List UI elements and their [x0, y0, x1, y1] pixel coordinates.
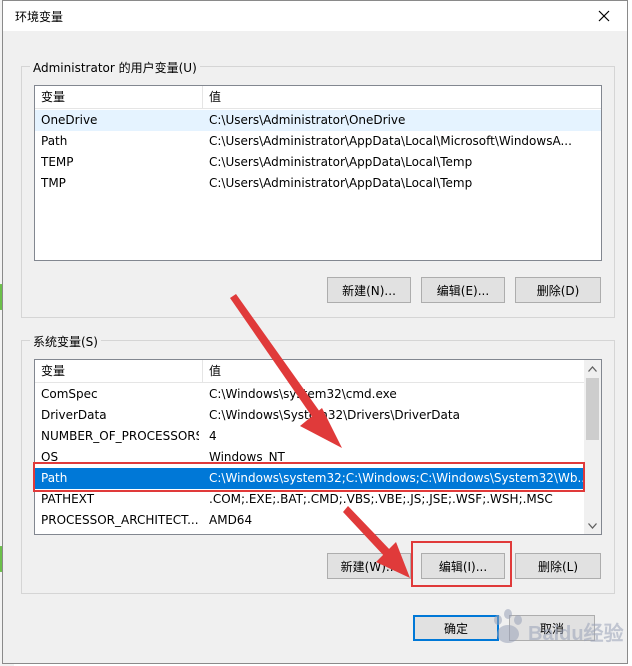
variable-value: C:\Users\Administrator\AppData\Local\Mic… — [209, 134, 572, 148]
variable-name: TMP — [41, 176, 66, 190]
baidu-watermark: Baidu经验 — [494, 609, 624, 645]
close-icon — [598, 10, 610, 22]
scroll-down-button[interactable] — [584, 517, 601, 534]
variable-value: 4 — [209, 429, 217, 443]
variable-name: PROCESSOR_ARCHITECT... — [41, 513, 199, 527]
variable-name: Path — [41, 134, 68, 148]
list-item[interactable]: PATHEXT .COM;.EXE;.BAT;.CMD;.VBS;.VBE;.J… — [35, 489, 601, 510]
scroll-up-icon — [588, 365, 597, 372]
variable-value: C:\Windows\system32;C:\Windows;C:\Window… — [209, 471, 589, 485]
variable-value: .COM;.EXE;.BAT;.CMD;.VBS;.VBE;.JS;.JSE;.… — [209, 492, 553, 506]
variable-value: C:\Users\Administrator\OneDrive — [209, 113, 406, 127]
variable-name: NUMBER_OF_PROCESSORS — [41, 429, 199, 443]
list-item[interactable]: OS Windows_NT — [35, 447, 601, 468]
variable-value: C:\Windows\system32\cmd.exe — [209, 387, 397, 401]
list-item[interactable]: ComSpec C:\Windows\system32\cmd.exe — [35, 384, 601, 405]
variable-value: C:\Windows\System32\Drivers\DriverData — [209, 408, 460, 422]
watermark-text: Baidu经验 — [528, 621, 624, 645]
variable-value: C:\Users\Administrator\AppData\Local\Tem… — [209, 155, 473, 169]
list-item[interactable]: Path C:\Users\Administrator\AppData\Loca… — [35, 131, 601, 152]
user-variables-list[interactable]: 变量 值 OneDrive C:\Users\Administrator\One… — [34, 85, 602, 261]
variable-name: TEMP — [41, 155, 74, 169]
list-item[interactable]: PROCESSOR_ARCHITECT... AMD64 — [35, 510, 601, 531]
user-variables-label: Administrator 的用户变量(U) — [30, 59, 200, 76]
title-bar: 环境变量 — [3, 1, 627, 31]
user-edit-button[interactable]: 编辑(E)... — [421, 277, 505, 303]
window-title: 环境变量 — [15, 10, 64, 24]
system-variables-group: 系统变量(S) 变量 值 ComSpec C:\Windows\system32… — [21, 333, 615, 594]
scroll-up-button[interactable] — [584, 360, 601, 377]
variable-value: AMD64 — [209, 513, 253, 527]
user-new-button[interactable]: 新建(N)... — [327, 277, 411, 303]
list-item[interactable]: TMP C:\Users\Administrator\AppData\Local… — [35, 173, 601, 194]
column-header-variable[interactable]: 变量 — [35, 86, 203, 108]
variable-name: Path — [41, 471, 68, 485]
environment-variables-dialog: 环境变量 Administrator 的用户变量(U) 变量 值 OneDriv… — [2, 0, 628, 664]
vertical-scrollbar[interactable] — [584, 360, 601, 534]
list-item[interactable]: TEMP C:\Users\Administrator\AppData\Loca… — [35, 152, 601, 173]
scrollbar-thumb[interactable] — [586, 378, 599, 440]
list-header: 变量 值 — [35, 360, 601, 383]
column-header-variable[interactable]: 变量 — [35, 360, 203, 382]
scroll-down-icon — [588, 522, 597, 529]
user-delete-button[interactable]: 删除(D) — [515, 277, 601, 303]
variable-value: Windows_NT — [209, 450, 285, 464]
list-item-selected[interactable]: Path C:\Windows\system32;C:\Windows;C:\W… — [35, 468, 589, 489]
close-button[interactable] — [581, 1, 627, 31]
variable-name: OS — [41, 450, 59, 464]
list-item[interactable]: DriverData C:\Windows\System32\Drivers\D… — [35, 405, 601, 426]
variable-name: OneDrive — [41, 113, 98, 127]
system-new-button[interactable]: 新建(W)... — [327, 553, 411, 579]
list-item[interactable]: OneDrive C:\Users\Administrator\OneDrive — [35, 110, 601, 131]
variable-name: ComSpec — [41, 387, 98, 401]
list-header: 变量 值 — [35, 86, 601, 109]
system-edit-button[interactable]: 编辑(I)... — [421, 553, 505, 579]
variable-name: PATHEXT — [41, 492, 95, 506]
variable-name: DriverData — [41, 408, 107, 422]
column-header-value[interactable]: 值 — [203, 86, 601, 108]
variable-value: C:\Users\Administrator\AppData\Local\Tem… — [209, 176, 473, 190]
system-variables-list[interactable]: 变量 值 ComSpec C:\Windows\system32\cmd.exe… — [34, 359, 602, 535]
column-header-value[interactable]: 值 — [203, 360, 601, 382]
list-item[interactable]: NUMBER_OF_PROCESSORS 4 — [35, 426, 601, 447]
user-variables-group: Administrator 的用户变量(U) 变量 值 OneDrive C:\… — [21, 59, 615, 318]
system-variables-label: 系统变量(S) — [30, 333, 101, 350]
system-delete-button[interactable]: 删除(L) — [515, 553, 601, 579]
